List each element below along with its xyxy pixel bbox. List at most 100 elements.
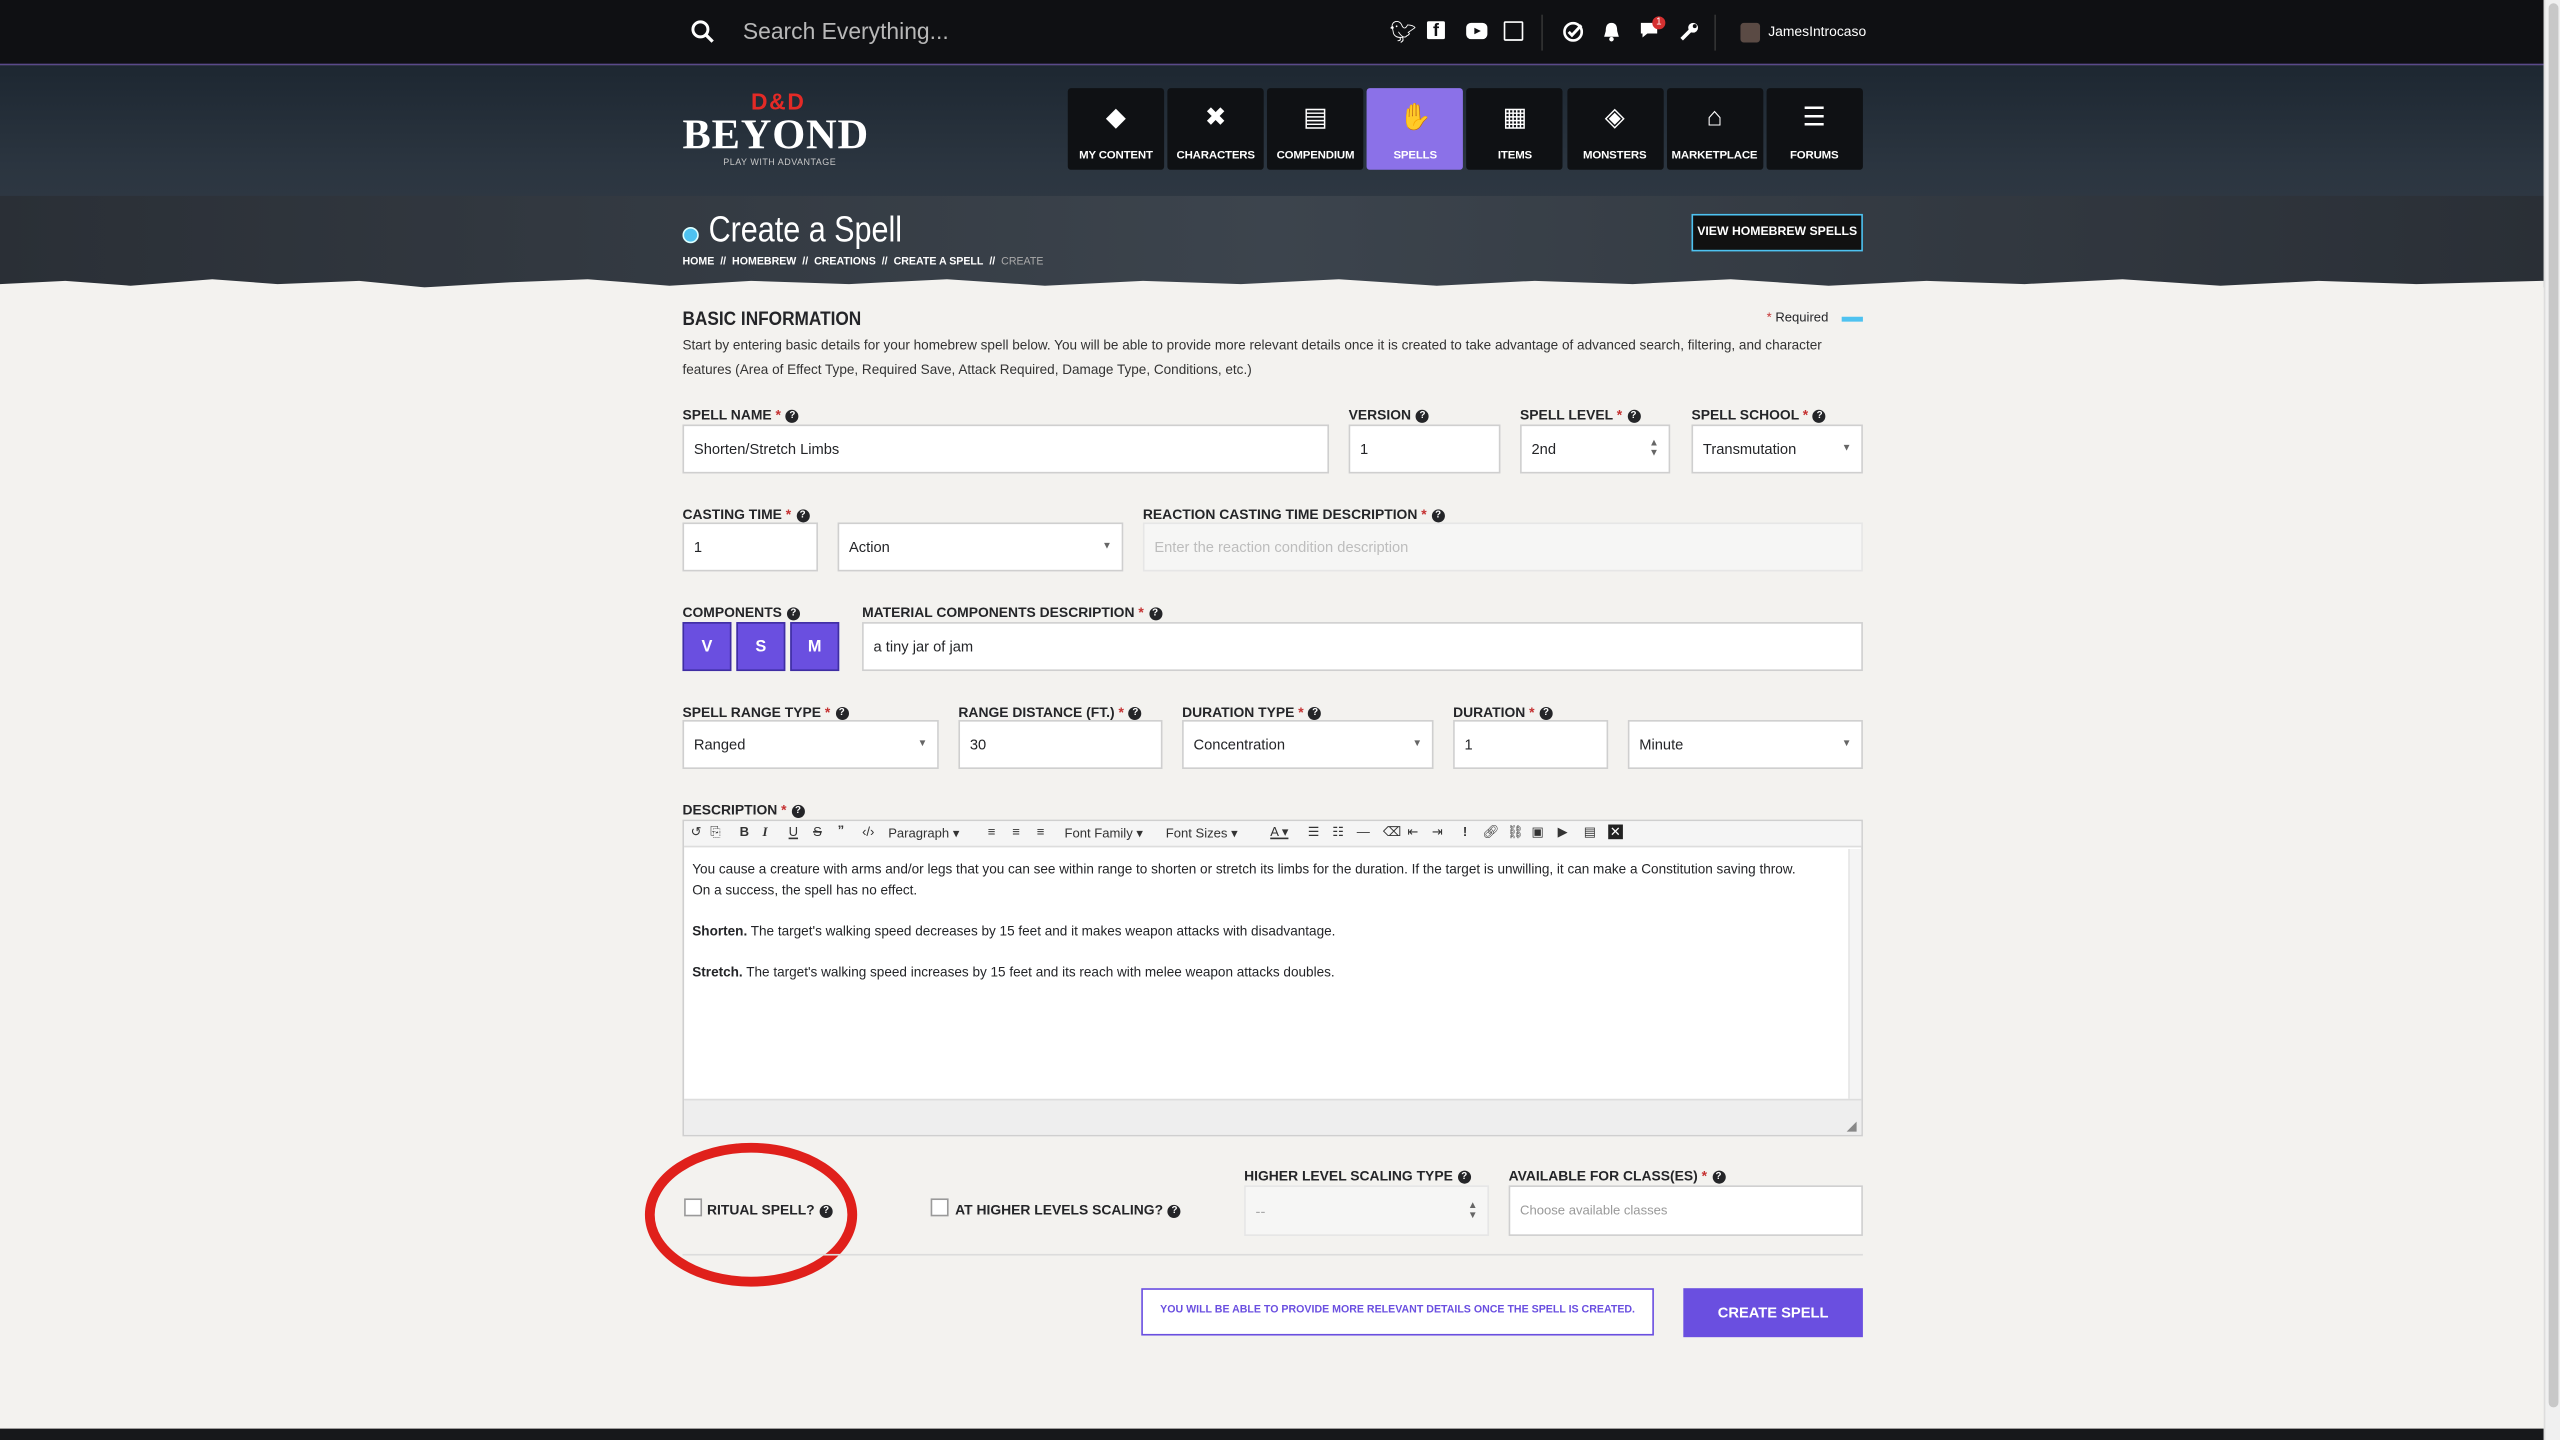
nav-marketplace[interactable]: ⌂ MARKETPLACE: [1666, 88, 1763, 170]
italic-icon[interactable]: I: [762, 825, 767, 840]
breadcrumb-home[interactable]: HOME: [682, 256, 714, 267]
help-icon[interactable]: ?: [791, 804, 805, 818]
nav-monsters[interactable]: ◈ MONSTERS: [1566, 88, 1663, 170]
align-right-icon[interactable]: ≡: [1037, 825, 1045, 840]
spell-school-select[interactable]: Transmutation ▼: [1691, 424, 1863, 474]
page-scrollbar[interactable]: [2543, 0, 2560, 1440]
bold-icon[interactable]: B: [740, 825, 749, 840]
document-icon[interactable]: ▤: [1584, 825, 1596, 840]
quote-icon[interactable]: ”: [838, 823, 845, 838]
undo-icon[interactable]: ↺: [691, 825, 702, 840]
help-icon[interactable]: ?: [1627, 409, 1641, 423]
range-distance-input[interactable]: 30: [958, 720, 1163, 770]
beyond-logo[interactable]: BEYOND: [682, 111, 869, 160]
component-material-toggle[interactable]: M: [790, 622, 840, 672]
help-icon[interactable]: ?: [1308, 706, 1322, 721]
nav-forums[interactable]: ☰ FORUMS: [1766, 88, 1863, 170]
casting-time-input[interactable]: 1: [682, 522, 818, 572]
text-color-icon[interactable]: A ▾: [1270, 825, 1288, 840]
underline-icon[interactable]: U: [789, 825, 798, 840]
align-center-icon[interactable]: ≡: [1012, 825, 1020, 840]
range-type-select[interactable]: Ranged ▼: [682, 720, 939, 770]
spell-level-select[interactable]: 2nd ▲ ▼: [1520, 424, 1671, 474]
paragraph-select[interactable]: Paragraph ▾: [888, 826, 959, 841]
align-left-icon[interactable]: ≡: [988, 825, 996, 840]
horizontal-rule-icon[interactable]: —: [1357, 825, 1370, 840]
duration-unit-select[interactable]: Minute ▼: [1627, 720, 1863, 770]
reaction-desc-input[interactable]: Enter the reaction condition description: [1142, 522, 1863, 572]
exclamation-icon[interactable]: !: [1463, 825, 1467, 840]
nav-characters[interactable]: ✖ CHARACTERS: [1167, 88, 1264, 170]
nav-spells[interactable]: ✋ SPELLS: [1367, 88, 1464, 170]
search-icon[interactable]: [691, 20, 715, 44]
duration-input[interactable]: 1: [1453, 720, 1609, 770]
notification-badge: 1: [1652, 16, 1666, 30]
editor-content[interactable]: You cause a creature with arms and/or le…: [692, 859, 1795, 983]
bell-icon[interactable]: [1602, 21, 1622, 42]
unlink-icon[interactable]: ⛓︎: [1507, 825, 1524, 840]
help-icon[interactable]: ?: [1813, 409, 1827, 423]
youtube-icon[interactable]: [1466, 22, 1488, 40]
material-desc-input[interactable]: a tiny jar of jam: [862, 622, 1863, 672]
breadcrumb-homebrew[interactable]: HOMEBREW: [732, 256, 796, 267]
video-icon[interactable]: ▶: [1558, 825, 1568, 840]
breadcrumb-creations[interactable]: CREATIONS: [814, 256, 876, 267]
source-icon[interactable]: ✕: [1608, 824, 1623, 840]
component-verbal-toggle[interactable]: V: [682, 622, 732, 672]
help-icon[interactable]: ?: [786, 607, 800, 621]
username[interactable]: JamesIntrocaso: [1768, 23, 1866, 39]
strikethrough-icon[interactable]: S: [813, 825, 822, 840]
eraser-icon[interactable]: ⌫: [1383, 825, 1401, 840]
classes-input[interactable]: Choose available classes: [1508, 1185, 1863, 1236]
nav-compendium[interactable]: ▤ COMPENDIUM: [1267, 88, 1364, 170]
font-family-select[interactable]: Font Family ▾: [1065, 826, 1143, 841]
higher-levels-checkbox[interactable]: [930, 1198, 949, 1217]
help-icon[interactable]: ?: [1457, 1170, 1471, 1184]
help-icon[interactable]: ?: [835, 706, 849, 721]
help-icon[interactable]: ?: [1167, 1204, 1182, 1218]
facebook-icon[interactable]: f: [1426, 21, 1445, 41]
nav-items[interactable]: ▦ ITEMS: [1466, 88, 1564, 170]
description-editor: ↺ ⎘ B I U S ” ‹/› Paragraph ▾ ≡ ≡ ≡ Font…: [682, 819, 1863, 1137]
code-icon[interactable]: ‹/›: [862, 825, 874, 840]
help-icon[interactable]: ?: [1415, 409, 1430, 423]
nav-my-content[interactable]: ◆ MY CONTENT: [1067, 88, 1165, 170]
help-icon[interactable]: ?: [785, 409, 799, 423]
copy-icon[interactable]: ⎘: [710, 825, 720, 841]
casting-time-unit-select[interactable]: Action ▼: [837, 522, 1124, 572]
search-input[interactable]: Search Everything...: [743, 18, 1233, 44]
editor-scrollbar[interactable]: [1848, 849, 1862, 1099]
twitch-icon[interactable]: [1503, 21, 1524, 41]
resize-handle-icon[interactable]: ◢: [1847, 1118, 1857, 1133]
breadcrumb: HOME // HOMEBREW // CREATIONS // CREATE …: [682, 256, 1043, 267]
create-spell-button[interactable]: CREATE SPELL: [1683, 1288, 1863, 1338]
duration-type-select[interactable]: Concentration ▼: [1182, 720, 1434, 770]
link-icon[interactable]: 🔗︎: [1482, 825, 1499, 840]
indent-icon[interactable]: ⇥: [1432, 825, 1443, 840]
numbered-list-icon[interactable]: ☷: [1332, 825, 1344, 840]
view-homebrew-spells-button[interactable]: VIEW HOMEBREW SPELLS: [1691, 213, 1863, 252]
avatar[interactable]: [1740, 22, 1761, 43]
scrollbar-thumb[interactable]: [2548, 3, 2559, 1408]
bullet-list-icon[interactable]: ☰: [1308, 825, 1320, 840]
help-icon[interactable]: ?: [1711, 1170, 1725, 1184]
spell-name-input[interactable]: Shorten/Stretch Limbs: [682, 424, 1330, 474]
image-icon[interactable]: ▣: [1531, 825, 1543, 840]
version-input[interactable]: 1: [1348, 424, 1501, 474]
outdent-icon[interactable]: ⇤: [1407, 825, 1418, 840]
reaction-desc-label: REACTION CASTING TIME DESCRIPTION *?: [1142, 506, 1445, 523]
twitter-icon[interactable]: 🐦︎: [1389, 20, 1416, 44]
breadcrumb-create-a-spell[interactable]: CREATE A SPELL: [894, 256, 984, 267]
help-icon[interactable]: ?: [796, 509, 810, 523]
font-sizes-select[interactable]: Font Sizes ▾: [1166, 826, 1238, 841]
check-icon[interactable]: [1562, 21, 1584, 42]
wrench-icon[interactable]: [1678, 21, 1699, 42]
chevron-down-icon: ▼: [1102, 542, 1112, 552]
scaling-type-select[interactable]: -- ▲ ▼: [1244, 1185, 1490, 1236]
label-text: REACTION CASTING TIME DESCRIPTION: [1142, 506, 1418, 523]
help-icon[interactable]: ?: [1148, 607, 1162, 621]
component-somatic-toggle[interactable]: S: [736, 622, 786, 672]
help-icon[interactable]: ?: [1128, 706, 1142, 721]
help-icon[interactable]: ?: [1431, 509, 1445, 523]
help-icon[interactable]: ?: [1539, 706, 1553, 721]
